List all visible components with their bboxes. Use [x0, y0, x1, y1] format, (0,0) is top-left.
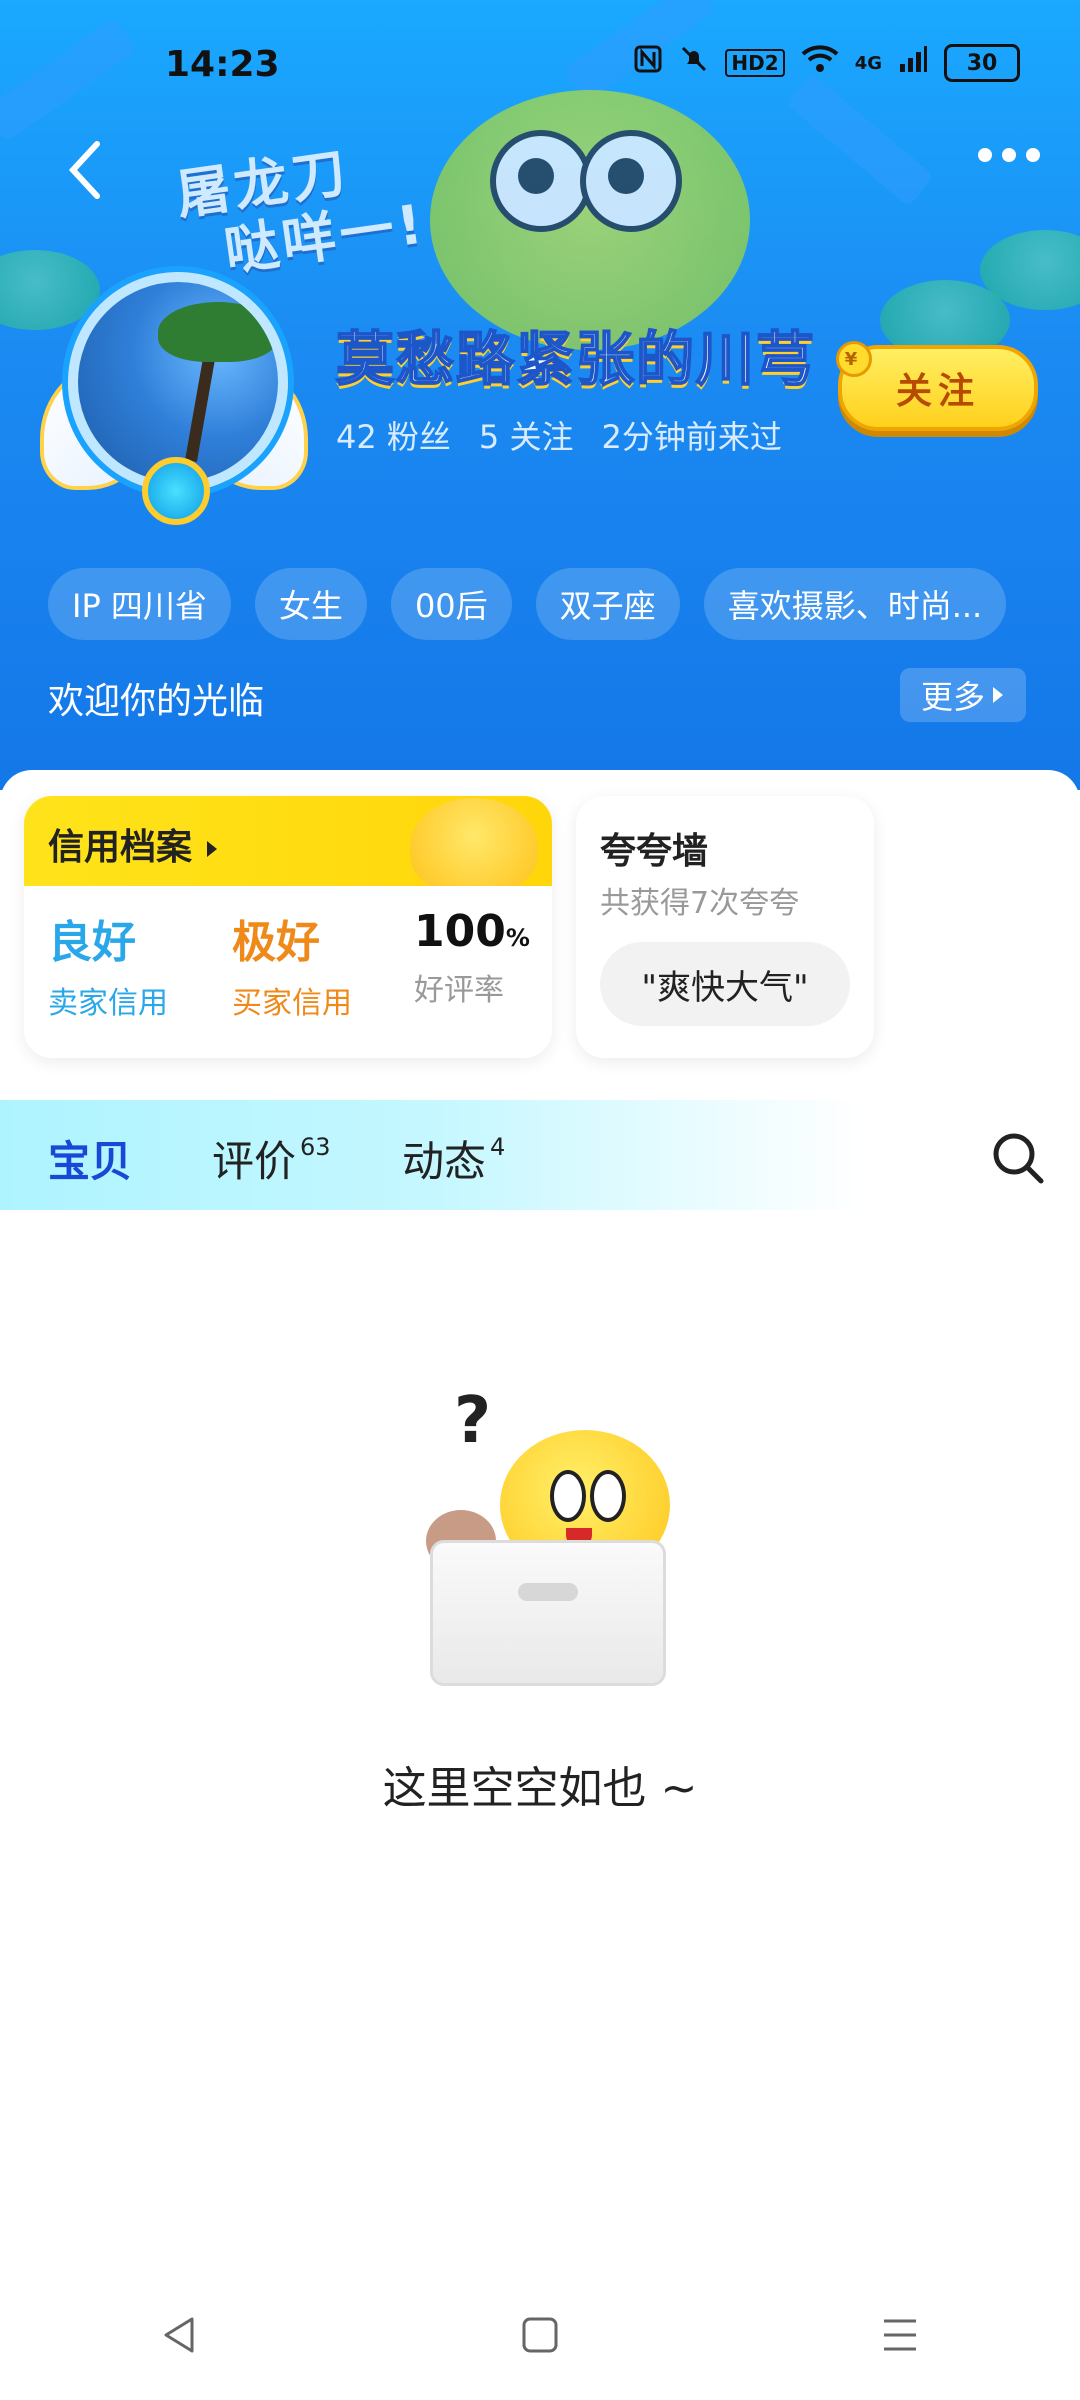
- follow-label: 关注: [895, 371, 980, 412]
- last-seen: 2分钟前来过: [601, 418, 782, 456]
- tab-items[interactable]: 宝贝: [48, 1128, 133, 1189]
- rating-label: 好评率: [414, 973, 504, 1008]
- tag-ip[interactable]: IP 四川省: [48, 568, 231, 640]
- nav-home-button[interactable]: [500, 2295, 580, 2375]
- praise-title: 夸夸墙: [600, 831, 709, 872]
- seller-credit-label: 卖家信用: [48, 986, 168, 1021]
- praise-chip[interactable]: "爽快大气": [600, 942, 850, 1026]
- back-button[interactable]: [55, 140, 115, 200]
- avatar-frame[interactable]: [40, 262, 308, 525]
- tag-gender[interactable]: 女生: [254, 568, 367, 640]
- tag-zodiac[interactable]: 双子座: [535, 568, 680, 640]
- rating-unit: %: [505, 924, 530, 952]
- empty-illustration: ?: [400, 1384, 690, 1686]
- more-options-button[interactable]: [978, 148, 1040, 162]
- nav-home-icon: [522, 2317, 558, 2353]
- hd-badge: HD2: [725, 49, 785, 77]
- fans-count[interactable]: 42 粉丝: [336, 412, 451, 458]
- buyer-credit-value: 极好: [232, 917, 320, 968]
- more-dots-icon: [978, 148, 992, 162]
- tab-items-label: 宝贝: [48, 1137, 133, 1186]
- buyer-credit-label: 买家信用: [232, 986, 352, 1021]
- praise-wall-card[interactable]: 夸夸墙 共获得7次夸夸 "爽快大气": [576, 796, 874, 1058]
- credit-title[interactable]: 信用档案: [48, 818, 219, 870]
- tab-reviews[interactable]: 评价 63: [212, 1128, 331, 1189]
- following-count[interactable]: 5 关注: [479, 412, 574, 458]
- avatar-gem: [142, 457, 210, 525]
- empty-box: [430, 1540, 666, 1686]
- mute-icon: [679, 44, 709, 82]
- credit-title-label: 信用档案: [48, 827, 193, 868]
- more-button[interactable]: 更多: [900, 668, 1026, 722]
- follow-button[interactable]: ¥ 关注: [836, 341, 1038, 431]
- caret-right-icon: [206, 841, 217, 857]
- system-nav-bar: [0, 2270, 1080, 2400]
- question-mark-icon: ?: [454, 1384, 492, 1458]
- praise-subtitle: 共获得7次夸夸: [600, 886, 800, 921]
- network-label: 4G: [854, 52, 882, 74]
- buyer-credit: 极好 买家信用: [232, 906, 352, 1022]
- tab-moments[interactable]: 动态 4: [402, 1128, 505, 1189]
- empty-state-text: 这里空空如也 ~: [382, 1763, 698, 1814]
- tab-moments-label: 动态: [402, 1137, 487, 1186]
- tag-age[interactable]: 00后: [390, 568, 512, 640]
- welcome-message: 欢迎你的光临: [48, 681, 265, 722]
- profile-content: 信用档案 良好 卖家信用 极好 买家信用 100% 好评率 夸夸墙 共获得7次夸…: [0, 770, 1080, 2400]
- nfc-icon: [633, 44, 663, 82]
- tab-reviews-count: 63: [300, 1133, 331, 1161]
- battery-indicator: 30: [944, 44, 1020, 82]
- search-button[interactable]: [990, 1130, 1046, 1186]
- user-stats: 42 粉丝 5 关注 2分钟前来过: [336, 412, 782, 458]
- rating-value: 100: [414, 906, 506, 957]
- credit-mascot: [410, 798, 538, 894]
- status-time: 14:23: [165, 44, 280, 85]
- seller-credit: 良好 卖家信用: [48, 906, 168, 1022]
- tab-moments-count: 4: [490, 1133, 506, 1161]
- nav-back-button[interactable]: [140, 2295, 220, 2375]
- tag-hobbies[interactable]: 喜欢摄影、时尚...: [703, 568, 1007, 640]
- nav-back-icon: [164, 2317, 194, 2353]
- search-icon: [993, 1133, 1044, 1184]
- positive-rating: 100% 好评率: [414, 906, 530, 1009]
- nav-menu-button[interactable]: [860, 2295, 940, 2375]
- seller-credit-value: 良好: [48, 917, 136, 968]
- wifi-icon: [801, 44, 839, 82]
- more-label: 更多: [920, 678, 985, 716]
- tab-reviews-label: 评价: [212, 1137, 297, 1186]
- coin-icon: ¥: [836, 341, 872, 377]
- back-arrow-icon: [68, 141, 100, 199]
- signal-icon: [898, 44, 928, 82]
- status-bar: 14:23 HD2 4G 30: [0, 0, 1080, 140]
- profile-tags: IP 四川省 女生 00后 双子座 喜欢摄影、时尚...: [48, 568, 1007, 640]
- credit-card[interactable]: 信用档案 良好 卖家信用 极好 买家信用 100% 好评率: [24, 796, 552, 1058]
- content-tabs: 宝贝 评价 63 动态 4: [0, 1100, 1080, 1210]
- user-nickname: 莫愁路紧张的川芎: [335, 324, 817, 394]
- caret-right-icon: [993, 687, 1003, 703]
- nav-menu-icon: [884, 2319, 916, 2351]
